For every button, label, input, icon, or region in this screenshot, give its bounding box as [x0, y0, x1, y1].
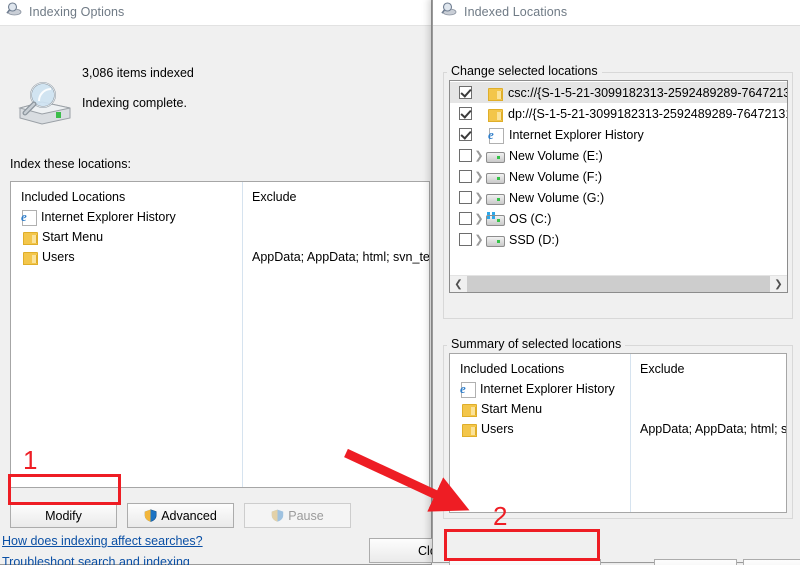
list-item-exclude: AppData; AppData; html; svn_test [252, 250, 430, 264]
index-these-locations-label: Index these locations: [10, 157, 131, 171]
column-header-exclude: Exclude [252, 190, 297, 204]
internet-explorer-icon: e [460, 382, 476, 398]
cancel-button[interactable]: Cancel [743, 559, 800, 565]
checkbox-checked-icon[interactable] [459, 107, 472, 120]
list-item[interactable]: e Internet Explorer History [21, 210, 176, 226]
internet-explorer-icon: e [21, 210, 37, 226]
folder-icon [488, 87, 503, 101]
tree-horizontal-scrollbar[interactable]: ❮ ❯ [450, 275, 787, 292]
list-item-label: Users [481, 422, 514, 436]
indexing-options-title: Indexing Options [29, 4, 125, 19]
column-header-included-locations: Included Locations [21, 190, 126, 204]
checkbox-icon[interactable] [459, 191, 472, 204]
screenshot-root: Indexing Options 3,086 items indexed Ind… [0, 0, 800, 565]
scroll-left-arrow-icon[interactable]: ❮ [450, 276, 467, 293]
tree-item-new-volume-f[interactable]: ❯ New Volume (F:) [450, 166, 787, 187]
tree-item-label: New Volume (G:) [509, 190, 605, 205]
chevron-right-icon[interactable]: ❯ [472, 212, 486, 225]
folder-icon [488, 108, 503, 122]
tree-item-internet-explorer-history[interactable]: e Internet Explorer History [450, 124, 787, 145]
scroll-right-arrow-icon[interactable]: ❯ [770, 276, 787, 293]
indexing-status-panel: 3,086 items indexed Indexing complete. [0, 56, 431, 151]
tree-item-label: Internet Explorer History [509, 127, 644, 142]
column-divider [242, 182, 243, 487]
drive-icon [486, 170, 505, 184]
list-item-label: Start Menu [481, 402, 543, 416]
pause-button[interactable]: Pause [244, 503, 351, 528]
change-selected-locations-label: Change selected locations [447, 64, 602, 78]
tree-item-label: csc://{S-1-5-21-3099182313-2592489289-76… [508, 85, 787, 100]
checkbox-icon[interactable] [459, 170, 472, 183]
folder-icon [462, 423, 477, 437]
checkbox-icon[interactable] [459, 149, 472, 162]
advanced-button[interactable]: Advanced [127, 503, 234, 528]
checkbox-icon[interactable] [459, 233, 472, 246]
indexed-locations-titlebar: Indexed Locations [433, 0, 800, 26]
list-item-label: Users [42, 250, 75, 264]
indexing-options-window: Indexing Options 3,086 items indexed Ind… [0, 0, 459, 565]
list-item[interactable]: Users [23, 250, 75, 265]
tree-item-label: dp://{S-1-5-21-3099182313-2592489289-764… [508, 106, 787, 121]
folder-icon [462, 403, 477, 417]
checkbox-checked-icon[interactable] [459, 128, 472, 141]
list-item-label: Internet Explorer History [480, 382, 615, 396]
chevron-right-icon[interactable]: ❯ [472, 191, 486, 204]
internet-explorer-icon: e [488, 127, 504, 144]
chevron-right-icon[interactable]: ❯ [472, 170, 486, 183]
chevron-right-icon[interactable]: ❯ [472, 233, 486, 246]
tree-item-csc[interactable]: csc://{S-1-5-21-3099182313-2592489289-76… [450, 82, 787, 103]
column-divider [630, 354, 631, 512]
list-item-label: Internet Explorer History [41, 210, 176, 224]
scrollbar-thumb[interactable] [467, 275, 770, 292]
locations-tree[interactable]: csc://{S-1-5-21-3099182313-2592489289-76… [449, 80, 788, 293]
advanced-button-label: Advanced [161, 508, 217, 523]
ok-button[interactable]: OK [654, 559, 737, 565]
items-indexed-text: 3,086 items indexed [82, 66, 194, 80]
indexed-locations-icon [441, 1, 457, 22]
tree-item-os-c[interactable]: ❯ OS (C:) [450, 208, 787, 229]
tree-item-label: New Volume (E:) [509, 148, 603, 163]
drive-icon [486, 233, 505, 247]
list-item[interactable]: e Internet Explorer History [460, 382, 615, 398]
indexed-locations-title: Indexed Locations [464, 4, 568, 19]
pause-button-label: Pause [288, 508, 324, 523]
modify-button[interactable]: Modify [10, 503, 117, 528]
summary-column-header-included-locations: Included Locations [460, 362, 565, 376]
tree-item-ssd-d[interactable]: ❯ SSD (D:) [450, 229, 787, 250]
show-all-locations-button[interactable]: Show all locations [449, 559, 601, 565]
included-locations-list[interactable]: Included Locations Exclude e Internet Ex… [10, 181, 430, 488]
folder-icon [23, 231, 38, 245]
shield-icon [144, 509, 157, 522]
summary-list[interactable]: Included Locations Exclude e Internet Ex… [449, 353, 787, 513]
checkbox-icon[interactable] [459, 212, 472, 225]
link-how-does-indexing-affect-searches[interactable]: How does indexing affect searches? [2, 534, 203, 548]
link-troubleshoot-search-and-indexing[interactable]: Troubleshoot search and indexing [2, 555, 190, 565]
list-item[interactable]: Start Menu [23, 230, 104, 245]
summary-column-header-exclude: Exclude [640, 362, 685, 376]
tree-item-dp[interactable]: dp://{S-1-5-21-3099182313-2592489289-764… [450, 103, 787, 124]
list-item-exclude: AppData; AppData; html; svn... [640, 422, 787, 436]
drive-icon [486, 149, 505, 163]
list-item[interactable]: Users [462, 422, 514, 437]
list-item-label: Start Menu [42, 230, 104, 244]
tree-item-new-volume-g[interactable]: ❯ New Volume (G:) [450, 187, 787, 208]
shield-icon [271, 509, 284, 522]
checkbox-checked-icon[interactable] [459, 86, 472, 99]
windows-drive-icon [486, 212, 505, 226]
tree-item-label: New Volume (F:) [509, 169, 603, 184]
disk-magnifier-icon [12, 78, 74, 128]
tree-item-label: SSD (D:) [509, 232, 559, 247]
tree-item-new-volume-e[interactable]: ❯ New Volume (E:) [450, 145, 787, 166]
folder-icon [23, 251, 38, 265]
tree-item-label: OS (C:) [509, 211, 552, 226]
list-item[interactable]: Start Menu [462, 402, 543, 417]
indexing-options-icon [6, 1, 22, 22]
indexing-status-text: Indexing complete. [82, 96, 187, 110]
drive-icon [486, 191, 505, 205]
indexing-options-titlebar: Indexing Options [0, 0, 431, 26]
indexed-locations-window: Indexed Locations Change selected locati… [432, 0, 800, 565]
summary-of-selected-locations-label: Summary of selected locations [447, 337, 626, 351]
chevron-right-icon[interactable]: ❯ [472, 149, 486, 162]
